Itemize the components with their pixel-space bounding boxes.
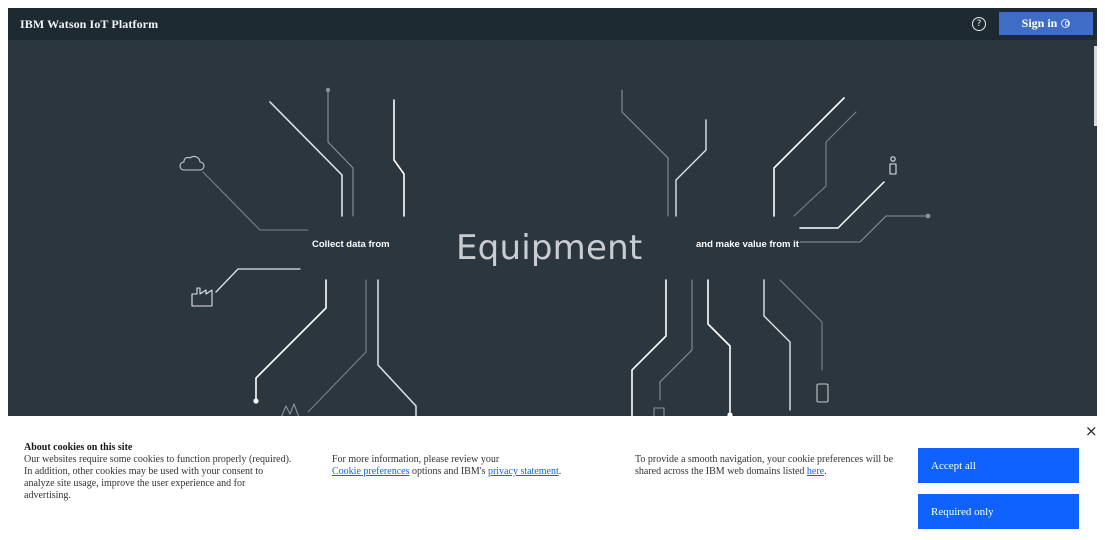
circuit-line bbox=[621, 89, 669, 217]
circuit-line bbox=[799, 215, 929, 243]
hero-headline: Equipment bbox=[456, 228, 643, 268]
hero-left-caption: Collect data from bbox=[312, 239, 390, 250]
sign-in-button[interactable]: Sign in bbox=[999, 12, 1093, 35]
circuit-line bbox=[779, 279, 823, 371]
required-only-button[interactable]: Required only bbox=[918, 494, 1079, 529]
circuit-line bbox=[773, 97, 845, 217]
question-circle-icon[interactable]: ? bbox=[972, 17, 986, 31]
cookie-body: Our websites require some cookies to fun… bbox=[24, 454, 292, 501]
circuit-line bbox=[393, 99, 405, 217]
circuit-node bbox=[925, 213, 931, 219]
circuit-node bbox=[325, 87, 331, 93]
hero-banner: Collect data from Equipment and make val… bbox=[8, 40, 1097, 420]
cookie-title: About cookies on this site bbox=[24, 442, 133, 453]
hero-right-caption: and make value from it bbox=[696, 239, 799, 250]
top-navigation-bar: IBM Watson IoT Platform ? Sign in bbox=[8, 8, 1097, 40]
cookie-preferences-link[interactable]: Cookie preferences bbox=[332, 466, 409, 477]
circuit-line bbox=[763, 279, 791, 411]
circuit-line bbox=[269, 101, 343, 217]
circuit-line bbox=[327, 91, 354, 217]
mobile-phone-icon bbox=[816, 383, 829, 403]
circuit-line bbox=[215, 268, 301, 293]
app-title[interactable]: IBM Watson IoT Platform bbox=[20, 17, 158, 32]
domains-here-link[interactable]: here bbox=[807, 466, 824, 477]
cookie-intro: About cookies on this site Our websites … bbox=[24, 442, 294, 502]
factory-icon bbox=[191, 287, 213, 307]
circuit-line bbox=[793, 111, 857, 217]
circuit-line bbox=[202, 171, 309, 231]
circuit-line bbox=[659, 279, 693, 401]
cookie-info-prefix: For more information, please review your bbox=[332, 454, 500, 465]
cookie-navigation-note: To provide a smooth navigation, your coo… bbox=[635, 454, 905, 478]
cookie-nav-suffix: . bbox=[824, 466, 827, 477]
circuit-line bbox=[377, 279, 417, 420]
cookie-info-middle: options and IBM's bbox=[411, 466, 486, 477]
sign-in-label: Sign in bbox=[1021, 16, 1058, 30]
cookie-info-suffix: . bbox=[558, 466, 562, 477]
user-circle-icon bbox=[1061, 19, 1071, 28]
circuit-node bbox=[253, 398, 259, 404]
accept-all-button[interactable]: Accept all bbox=[918, 448, 1079, 483]
circuit-line bbox=[675, 119, 707, 217]
circuit-line bbox=[631, 279, 667, 420]
circuit-line bbox=[307, 279, 367, 413]
close-icon[interactable]: × bbox=[1085, 424, 1098, 439]
page-scrollbar[interactable] bbox=[1094, 46, 1097, 126]
circuit-line bbox=[255, 279, 327, 401]
cookie-nav-text: To provide a smooth navigation, your coo… bbox=[635, 454, 894, 477]
cloud-icon bbox=[179, 155, 205, 171]
cookie-info: For more information, please review your… bbox=[332, 454, 612, 478]
privacy-statement-link[interactable]: privacy statement bbox=[488, 466, 559, 477]
circuit-line bbox=[799, 181, 885, 229]
page-frame: IBM Watson IoT Platform ? Sign in Collec… bbox=[8, 8, 1098, 533]
cookie-banner: About cookies on this site Our websites … bbox=[8, 416, 1098, 533]
circuit-line bbox=[707, 279, 731, 413]
person-sensor-icon bbox=[889, 156, 897, 175]
